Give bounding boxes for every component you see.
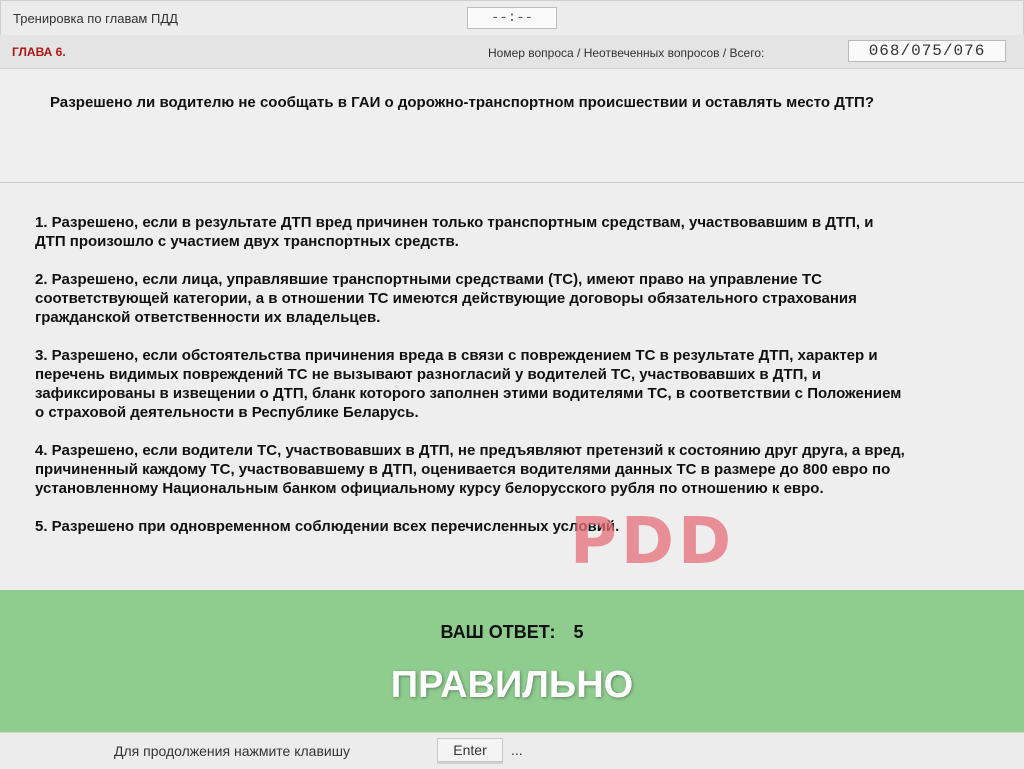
ellipsis: ... <box>511 742 523 758</box>
question-counter-label: Номер вопроса / Неотвеченных вопросов / … <box>488 46 765 60</box>
continue-prompt: Для продолжения нажмите клавишу <box>114 743 350 759</box>
answer-option-2[interactable]: 2. Разрешено, если лица, управлявшие тра… <box>35 270 905 327</box>
answer-option-3[interactable]: 3. Разрешено, если обстоятельства причин… <box>35 346 905 422</box>
answer-option-1[interactable]: 1. Разрешено, если в результате ДТП вред… <box>35 213 905 251</box>
result-panel: ВАШ ОТВЕТ: 5 ПРАВИЛЬНО <box>0 590 1024 732</box>
enter-key-button[interactable]: Enter <box>437 738 503 762</box>
your-answer-value: 5 <box>573 622 584 642</box>
app-title: Тренировка по главам ПДД <box>13 11 178 26</box>
verdict-text: ПРАВИЛЬНО <box>390 664 634 706</box>
chapter-bar: ГЛАВА 6. Номер вопроса / Неотвеченных во… <box>0 35 1024 69</box>
question-panel: Разрешено ли водителю не сообщать в ГАИ … <box>0 69 1024 183</box>
your-answer: ВАШ ОТВЕТ: 5 <box>0 622 1024 643</box>
answer-option-4[interactable]: 4. Разрешено, если водители ТС, участвов… <box>35 441 905 498</box>
question-text: Разрешено ли водителю не сообщать в ГАИ … <box>50 94 874 111</box>
top-bar: Тренировка по главам ПДД --:-- <box>0 0 1024 36</box>
footer-bar: Для продолжения нажмите клавишу Enter ..… <box>0 732 1024 769</box>
chapter-label: ГЛАВА 6. <box>12 45 66 59</box>
answer-list: 1. Разрешено, если в результате ДТП вред… <box>35 213 905 555</box>
question-counter: 068/075/076 <box>848 40 1006 62</box>
your-answer-label: ВАШ ОТВЕТ: <box>440 622 556 642</box>
timer-display: --:-- <box>467 7 557 29</box>
